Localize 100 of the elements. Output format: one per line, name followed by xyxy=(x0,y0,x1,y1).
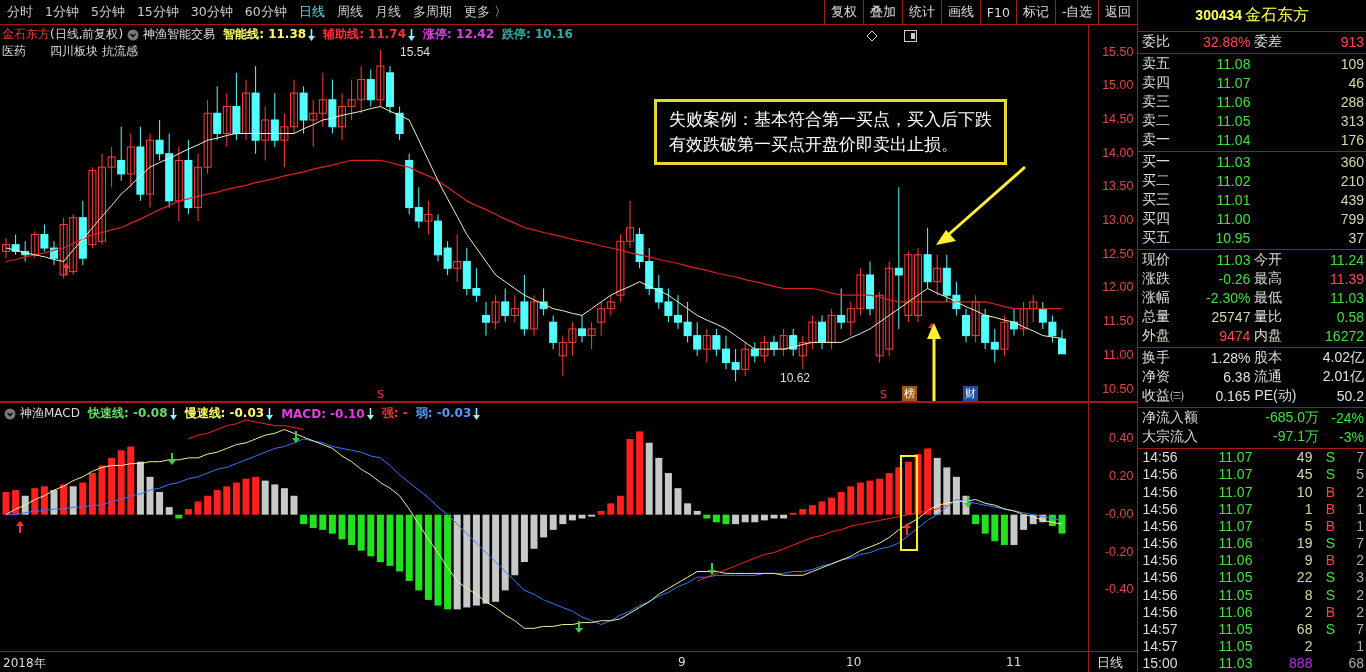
period-tab[interactable]: 15分钟 xyxy=(131,0,184,24)
dropdown-icon[interactable] xyxy=(4,407,16,420)
candlestick xyxy=(270,92,279,148)
indicator-value: 弱: -0.03 xyxy=(415,405,472,422)
toolbar-button[interactable]: 标记 xyxy=(1015,0,1055,24)
tick-count: 7 xyxy=(1355,535,1365,552)
histogram-bar xyxy=(50,490,58,515)
field-value: 4.02亿 xyxy=(1321,349,1364,368)
candlestick xyxy=(741,341,750,377)
tick-volume: 888 xyxy=(1288,655,1313,672)
field-value: 913 xyxy=(1339,34,1364,51)
field-value: -685.0万 xyxy=(1264,409,1319,428)
indicator-value: 跌停: 10.16 xyxy=(502,26,573,43)
candlestick xyxy=(1019,301,1028,337)
histogram-bar xyxy=(2,492,10,515)
field-label: 最低 xyxy=(1253,289,1284,308)
period-tab[interactable]: 1分钟 xyxy=(40,0,84,24)
indicator-name: 神渔智能交易 xyxy=(143,26,216,43)
order-volume: 799 xyxy=(1339,211,1364,228)
axis-label: -0.20 xyxy=(1104,544,1134,559)
order-price: 11.01 xyxy=(1215,192,1251,209)
tick-price: 11.07 xyxy=(1217,483,1253,500)
tick-count: 7 xyxy=(1355,621,1365,638)
diamond-icon[interactable] xyxy=(866,30,878,42)
indicator-value: 辅助线: 11.74 xyxy=(323,26,407,43)
axis-label: 11.00 xyxy=(1103,347,1134,362)
arrow-icon xyxy=(936,165,1026,245)
candlestick xyxy=(146,132,154,209)
tick-side: S xyxy=(1325,621,1336,638)
candlestick xyxy=(549,314,558,350)
period-tab[interactable]: 分时 xyxy=(2,0,38,24)
toolbar-button[interactable]: 复权 xyxy=(823,0,863,24)
field-value: 25747 xyxy=(1210,309,1251,326)
indicator-value: 快速线: -0.08 xyxy=(88,405,168,422)
candlestick xyxy=(1029,294,1038,323)
field-label: 换手 xyxy=(1142,349,1172,368)
tick-time: 14:56 xyxy=(1142,586,1179,603)
candlestick xyxy=(482,301,490,337)
field-label: 委比 xyxy=(1142,33,1172,52)
axis-label: 12.00 xyxy=(1102,280,1134,295)
period-tab[interactable]: 30分钟 xyxy=(185,0,238,24)
field-value: 50.2 xyxy=(1335,388,1364,405)
sector-tag: 医药 xyxy=(2,43,26,60)
period-tab[interactable]: 多周期 xyxy=(407,0,457,24)
candlestick xyxy=(530,294,538,337)
toolbar-button[interactable]: 返回 xyxy=(1098,0,1138,24)
axis-label: 15.00 xyxy=(1102,78,1134,93)
tick-time: 15:00 xyxy=(1142,655,1179,672)
toolbar-button[interactable]: 叠加 xyxy=(862,0,902,24)
histogram-bar xyxy=(194,501,202,515)
toolbar-button[interactable]: F10 xyxy=(979,0,1016,24)
histogram-bar xyxy=(98,465,106,515)
period-tab[interactable]: 日线 xyxy=(293,0,330,24)
candlestick xyxy=(222,92,231,148)
order-volume: 210 xyxy=(1339,173,1364,190)
tick-price: 11.07 xyxy=(1217,449,1253,466)
period-tab[interactable]: 更多 〉 xyxy=(458,0,512,24)
order-level: 卖一 xyxy=(1142,131,1172,150)
period-tab[interactable]: 5分钟 xyxy=(85,0,130,24)
tick-time: 14:57 xyxy=(1142,638,1179,655)
candlestick xyxy=(117,126,126,182)
field-label: 量比 xyxy=(1253,308,1284,327)
dropdown-icon[interactable] xyxy=(127,28,140,41)
tick-volume: 22 xyxy=(1295,569,1313,586)
tick-count: 2 xyxy=(1355,483,1365,500)
tick-side: B xyxy=(1325,517,1336,534)
histogram-bar xyxy=(338,514,346,540)
histogram-bar xyxy=(386,514,394,566)
candlestick xyxy=(827,308,836,350)
field-value: 11.24 xyxy=(1329,252,1364,269)
field-label: 总量 xyxy=(1142,308,1172,327)
field-label: 今开 xyxy=(1253,251,1284,270)
indicator-name: 神渔MACD xyxy=(20,405,80,422)
candlestick xyxy=(501,287,510,323)
toolbar-button[interactable]: 画线 xyxy=(940,0,980,24)
candlestick xyxy=(587,321,596,350)
period-tab[interactable]: 周线 xyxy=(331,0,368,24)
tick-count: 1 xyxy=(1355,638,1365,655)
toolbar-button[interactable]: 统计 xyxy=(901,0,941,24)
candlestick xyxy=(750,341,759,364)
period-tab[interactable]: 60分钟 xyxy=(239,0,292,24)
toolbar-button[interactable]: -自选 xyxy=(1054,0,1099,24)
order-level: 买一 xyxy=(1142,153,1172,172)
tick-time: 14:56 xyxy=(1142,483,1179,500)
histogram-bar xyxy=(674,488,682,515)
field-value: 11.39 xyxy=(1329,271,1364,288)
order-price: 11.04 xyxy=(1215,132,1251,149)
tick-volume: 2 xyxy=(1303,603,1313,620)
tick-volume: 9 xyxy=(1303,552,1313,569)
date-label: 11 xyxy=(1006,655,1022,669)
tick-price: 11.07 xyxy=(1217,500,1253,517)
field-label: 收益㈢ xyxy=(1142,387,1183,406)
panel-icon[interactable] xyxy=(904,30,917,42)
period-tab[interactable]: 月线 xyxy=(369,0,406,24)
tick-price: 11.05 xyxy=(1217,569,1253,586)
field-value: 0.165 xyxy=(1214,388,1251,405)
candlestick xyxy=(395,106,404,141)
up-arrow-icon xyxy=(16,521,24,533)
stock-code: 300434 xyxy=(1195,7,1243,24)
order-level: 买三 xyxy=(1142,191,1172,210)
